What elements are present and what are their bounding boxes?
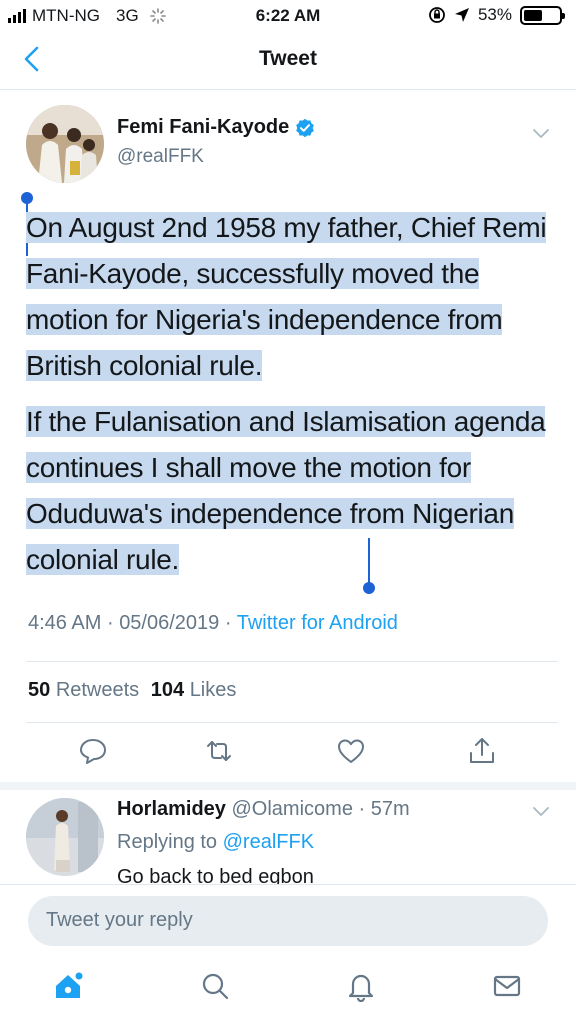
retweet-count: 50 xyxy=(28,679,51,701)
tweet-text: On August 2nd 1958 my father, Chief Remi… xyxy=(26,205,551,583)
tweet-timestamp: 4:46 AM · 05/06/2019 · Twitter for Andro… xyxy=(28,612,398,635)
reply-composer-bar: Tweet your reply xyxy=(0,884,576,956)
tweet-time: 4:46 AM xyxy=(28,612,102,634)
separator: · xyxy=(358,798,366,820)
home-icon[interactable] xyxy=(52,970,84,1002)
nav-bar: Tweet xyxy=(0,30,576,90)
author-name-text: Femi Fani-Kayode xyxy=(117,116,290,138)
replying-to: Replying to @realFFK xyxy=(117,831,314,854)
location-arrow-icon xyxy=(454,8,469,22)
tweet-actions xyxy=(0,736,576,776)
tweet-paragraph: If the Fulanisation and Islamisation age… xyxy=(26,399,551,583)
divider xyxy=(26,722,558,723)
tweet-source-link[interactable]: Twitter for Android xyxy=(237,612,398,634)
author-name[interactable]: Femi Fani-Kayode xyxy=(117,116,315,139)
like-count: 104 xyxy=(150,679,185,701)
orientation-lock-icon xyxy=(429,7,445,23)
chevron-down-icon[interactable] xyxy=(530,800,552,822)
reply-input[interactable]: Tweet your reply xyxy=(28,896,548,946)
retweets-label: Retweets xyxy=(55,679,140,701)
battery-icon xyxy=(520,5,565,25)
status-right: 53% xyxy=(428,5,565,25)
likes-label: Likes xyxy=(189,679,237,701)
replying-to-mention[interactable]: @realFFK xyxy=(223,831,314,853)
search-icon[interactable] xyxy=(199,970,231,1002)
selection-handle-end[interactable] xyxy=(363,582,375,594)
selected-text: If the Fulanisation and Islamisation age… xyxy=(26,406,546,575)
separator: · xyxy=(106,612,114,634)
battery-level xyxy=(524,9,543,21)
notifications-icon[interactable] xyxy=(345,970,377,1002)
reply-author-avatar[interactable] xyxy=(26,798,104,876)
section-divider xyxy=(0,782,576,790)
selection-caret-end xyxy=(368,538,370,584)
replying-to-label: Replying to xyxy=(117,831,218,853)
retweets-link[interactable]: 50 Retweets xyxy=(28,679,139,701)
heart-icon[interactable] xyxy=(336,736,366,766)
verified-badge-icon xyxy=(296,118,315,137)
reply-age: 57m xyxy=(370,798,410,820)
author-avatar[interactable] xyxy=(26,105,104,183)
status-bar: MTN-NG 3G 6:22 AM 53% xyxy=(0,0,576,30)
reply-header: Horlamidey @Olamicome · 57m xyxy=(117,798,410,821)
retweet-icon[interactable] xyxy=(204,736,234,766)
page-title: Tweet xyxy=(259,47,317,70)
separator: · xyxy=(224,612,232,634)
divider xyxy=(26,661,558,662)
selected-text: On August 2nd 1958 my father, Chief Remi… xyxy=(26,212,547,381)
tweet-date: 05/06/2019 xyxy=(119,612,220,634)
tweet-stats: 50 Retweets 104 Likes xyxy=(28,679,236,702)
battery-percent: 53% xyxy=(477,5,512,24)
reply-author-name[interactable]: Horlamidey xyxy=(117,798,226,820)
share-icon[interactable] xyxy=(467,736,497,766)
chevron-down-icon[interactable] xyxy=(530,122,552,144)
tab-bar xyxy=(0,956,576,1024)
author-handle[interactable]: @realFFK xyxy=(117,146,204,168)
likes-link[interactable]: 104 Likes xyxy=(151,679,237,701)
reply-icon[interactable] xyxy=(78,736,108,766)
reply-author-handle[interactable]: @Olamicome xyxy=(232,798,353,820)
tweet-paragraph: On August 2nd 1958 my father, Chief Remi… xyxy=(26,205,551,389)
reply-text: Go back to bed egbon xyxy=(117,866,314,886)
messages-icon[interactable] xyxy=(491,970,523,1002)
